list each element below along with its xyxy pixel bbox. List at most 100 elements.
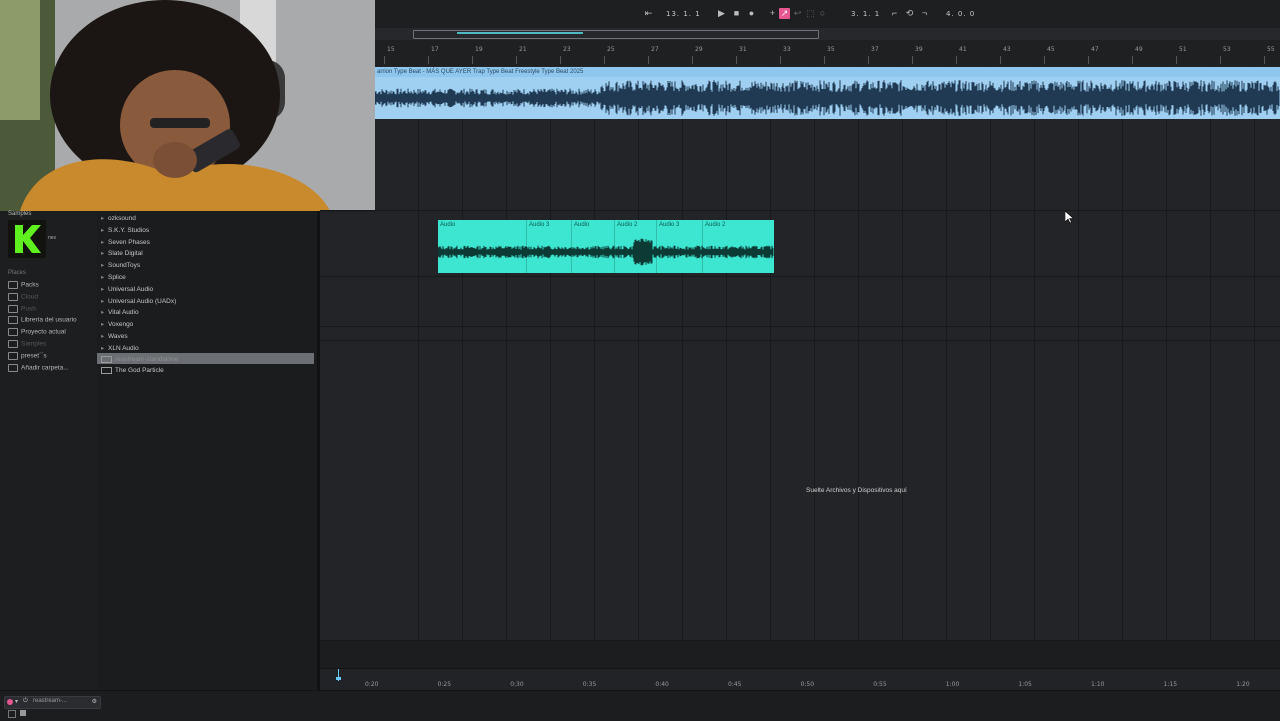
browser-item[interactable]: ▸ Splice bbox=[101, 273, 126, 281]
time-label: 1:10 bbox=[1091, 681, 1105, 688]
expand-arrow-icon[interactable]: ▸ bbox=[101, 238, 108, 246]
bar-tick-line bbox=[956, 56, 957, 64]
expand-arrow-icon[interactable]: ▸ bbox=[101, 297, 108, 305]
beat-time-ruler[interactable]: 15 17 19 21 23 25 27 29 31 33 35 37 39 41 43 45 47 49 51 53… bbox=[375, 40, 1280, 66]
expand-icon[interactable] bbox=[20, 710, 26, 716]
places-item-label: Cloud bbox=[21, 293, 38, 301]
bar-tick-line bbox=[1088, 56, 1089, 64]
plugin-file-icon[interactable] bbox=[101, 367, 112, 375]
places-item-label: Push bbox=[21, 305, 36, 313]
time-ruler[interactable]: 0:20 0:25 0:30 0:35 0:40 0:45 0:50 0:55 1:00 1:05… bbox=[320, 668, 1280, 691]
places-item[interactable]: Packs bbox=[8, 281, 39, 289]
toggle-view-icon[interactable] bbox=[8, 710, 16, 718]
bar-tick-line bbox=[1176, 56, 1177, 64]
browser-item[interactable]: ▸ Universal Audio bbox=[101, 285, 153, 293]
time-label: 0:30 bbox=[510, 681, 524, 688]
expand-arrow-icon[interactable]: ▸ bbox=[101, 261, 108, 269]
expand-arrow-icon[interactable]: ▸ bbox=[101, 344, 108, 352]
re-enable-automation-icon[interactable]: ↩ bbox=[792, 8, 803, 19]
bar-tick-line bbox=[1000, 56, 1001, 64]
browser-sidebar: Samples nes Places Packs Cloud Push Librerí… bbox=[0, 211, 97, 690]
folder-icon bbox=[8, 363, 18, 372]
time-label: 1:00 bbox=[945, 681, 960, 688]
arrangement-position[interactable]: 13. 1. 1 bbox=[666, 10, 701, 18]
settings-icon[interactable]: ⚙ bbox=[92, 698, 97, 705]
bar-number: 19 bbox=[475, 46, 483, 53]
places-item[interactable]: preset´´s bbox=[8, 351, 47, 360]
expand-arrow-icon[interactable]: ▸ bbox=[101, 249, 108, 257]
loop-switch-icon[interactable]: ⟲ bbox=[904, 8, 915, 19]
bar-number: 23 bbox=[563, 46, 571, 53]
browser-item[interactable]: The God Particle bbox=[101, 367, 164, 375]
loop-length[interactable]: 4. 0. 0 bbox=[946, 10, 975, 18]
track-color-icon bbox=[7, 699, 13, 705]
expand-arrow-icon[interactable]: ▸ bbox=[101, 273, 108, 281]
places-item[interactable]: Push bbox=[8, 304, 36, 313]
bar-number: 31 bbox=[739, 46, 747, 53]
bar-number: 43 bbox=[1003, 46, 1011, 53]
expand-arrow-icon[interactable]: ▸ bbox=[101, 308, 108, 316]
browser-item[interactable]: ▸ Voxengo bbox=[101, 320, 133, 328]
bar-number: 21 bbox=[519, 46, 527, 53]
browser-item[interactable]: ▸ Universal Audio (UADx) bbox=[101, 297, 176, 305]
browser-item[interactable]: ▸ Vital Audio bbox=[101, 308, 139, 316]
bar-number: 49 bbox=[1135, 46, 1143, 53]
browser-item-label: Waves bbox=[108, 333, 128, 340]
k-logo-icon bbox=[8, 220, 46, 258]
browser-item[interactable]: ▸ Waves bbox=[101, 332, 128, 340]
plugin-file-icon[interactable] bbox=[101, 355, 112, 363]
status-bar: ▾ ⏻ reastream-... ⚙ bbox=[0, 690, 1280, 721]
places-item-label: Añadir carpeta... bbox=[21, 364, 69, 372]
browser-item[interactable]: ▸ Seven Phases bbox=[101, 238, 150, 246]
vocal-clip-label: Audio 3 bbox=[529, 222, 550, 228]
bar-number: 47 bbox=[1091, 46, 1099, 53]
dropdown-icon[interactable]: ▾ bbox=[15, 698, 18, 705]
expand-arrow-icon[interactable]: ▸ bbox=[101, 285, 108, 293]
session-record-icon[interactable]: ○ bbox=[817, 8, 828, 19]
bar-tick-line bbox=[868, 56, 869, 64]
expand-arrow-icon[interactable]: ▸ bbox=[101, 214, 108, 222]
expand-arrow-icon[interactable]: ▸ bbox=[101, 332, 108, 340]
places-item[interactable]: Cloud bbox=[8, 292, 38, 301]
track-selector[interactable]: ▾ ⏻ reastream-... ⚙ bbox=[4, 696, 101, 709]
time-label: 1:05 bbox=[1018, 681, 1032, 688]
places-item[interactable]: Proyecto actual bbox=[8, 328, 66, 337]
browser-item[interactable]: ▸ XLN Audio bbox=[101, 344, 139, 352]
bar-tick-line bbox=[560, 56, 561, 64]
browser-item[interactable]: ▸ Slate Digital bbox=[101, 249, 143, 257]
capture-icon[interactable]: ⬚ bbox=[805, 8, 816, 19]
record-icon[interactable]: ● bbox=[746, 8, 757, 19]
places-item[interactable]: Librería del usuario bbox=[8, 316, 77, 325]
browser-item[interactable]: reastream-standalone bbox=[101, 355, 179, 363]
punch-out-icon[interactable]: ¬ bbox=[919, 8, 930, 19]
play-icon[interactable]: ▶ bbox=[716, 8, 727, 19]
arrangement-view[interactable] bbox=[375, 66, 1280, 640]
folder-icon bbox=[8, 304, 18, 313]
browser-item-label: SoundToys bbox=[108, 262, 141, 270]
browser-item-label: reastream-standalone bbox=[115, 355, 179, 363]
browser-item[interactable]: ▸ SoundToys bbox=[101, 261, 140, 269]
folder-icon bbox=[8, 281, 18, 289]
vocal-clip-label: Audio bbox=[574, 222, 590, 228]
vocal-clip-label: Audio 2 bbox=[617, 222, 638, 228]
automation-arm-icon[interactable]: ↗ bbox=[779, 8, 790, 19]
browser-splitter[interactable] bbox=[317, 211, 320, 690]
places-item[interactable]: Añadir carpeta... bbox=[8, 363, 69, 372]
overdub-icon[interactable]: + bbox=[767, 8, 778, 19]
vocal-audio-clip[interactable]: Audio Audio 3 Audio Audio 2 Audio 3 Audi… bbox=[438, 220, 774, 273]
punch-in-icon[interactable]: ⌐ bbox=[889, 8, 900, 19]
track-separator bbox=[320, 340, 1280, 341]
follow-icon[interactable]: ⇤ bbox=[643, 8, 654, 19]
browser-item[interactable]: ▸ ozksound bbox=[101, 214, 136, 222]
expand-arrow-icon[interactable]: ▸ bbox=[101, 320, 108, 328]
places-item[interactable]: Samples bbox=[8, 340, 46, 348]
stop-icon[interactable]: ■ bbox=[731, 8, 742, 19]
loop-start[interactable]: 3. 1. 1 bbox=[851, 10, 880, 18]
drop-files-hint: Suelte Archivos y Dispositivos aquí bbox=[806, 487, 907, 494]
bar-number: 45 bbox=[1047, 46, 1055, 53]
browser-item[interactable]: ▸ S.K.Y. Studios bbox=[101, 226, 149, 234]
webcam-image bbox=[0, 0, 375, 211]
expand-arrow-icon[interactable]: ▸ bbox=[101, 226, 108, 234]
beat-audio-clip[interactable]: arrion Type Beat - MÁS QUE AYER Trap Typ… bbox=[375, 67, 1280, 119]
power-icon[interactable]: ⏻ bbox=[23, 698, 28, 705]
